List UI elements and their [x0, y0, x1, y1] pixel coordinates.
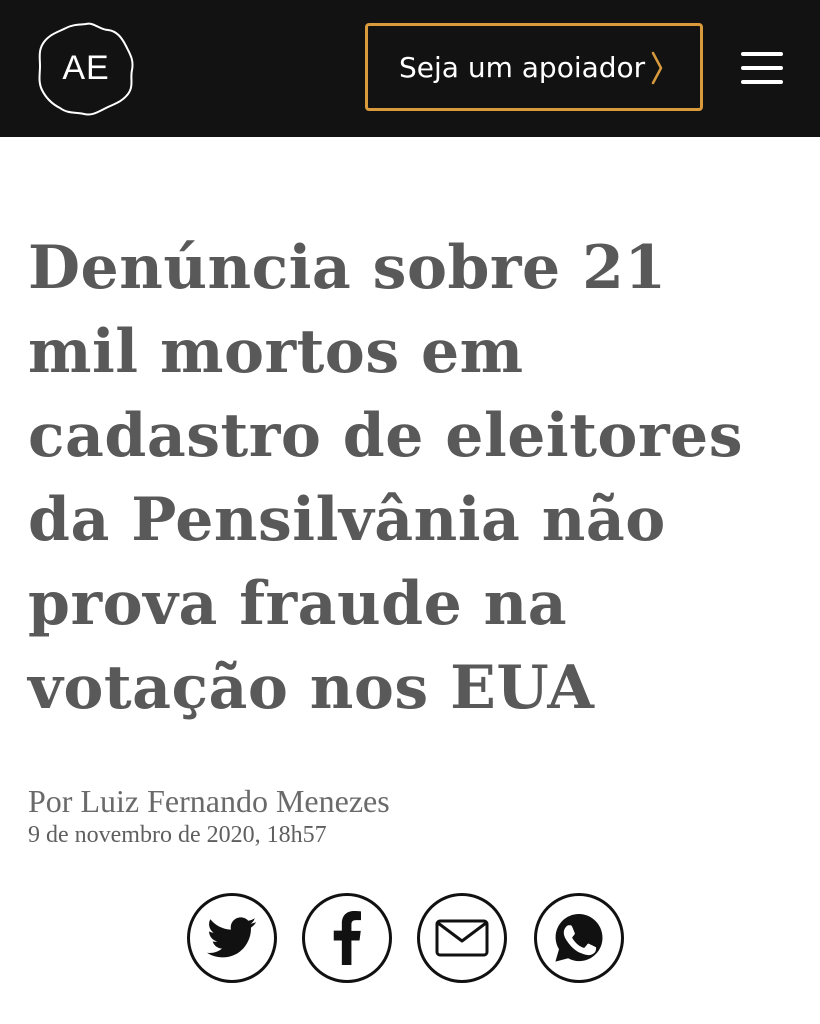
logo-letters: AE [62, 48, 110, 87]
article-byline: Por Luiz Fernando Menezes [28, 783, 390, 819]
email-icon [435, 919, 489, 957]
hamburger-menu-icon[interactable] [741, 48, 785, 88]
facebook-icon [333, 911, 361, 965]
chevron-right-icon [651, 51, 663, 85]
article-headline: Denúncia sobre 21 mil mortos em cadastro… [28, 233, 744, 723]
article-date: 9 de novembro de 2020, 18h57 [28, 822, 327, 848]
share-facebook-button[interactable] [302, 893, 392, 983]
support-button[interactable]: Seja um apoiador [365, 23, 703, 111]
site-logo[interactable]: AE [34, 18, 138, 118]
support-button-label: Seja um apoiador [399, 50, 646, 84]
share-email-button[interactable] [417, 893, 507, 983]
share-whatsapp-button[interactable] [534, 893, 624, 983]
whatsapp-icon [555, 914, 603, 962]
logo-text: AE [34, 18, 138, 118]
twitter-icon [207, 917, 257, 958]
site-header: AE Seja um apoiador [0, 0, 820, 137]
share-twitter-button[interactable] [187, 893, 277, 983]
